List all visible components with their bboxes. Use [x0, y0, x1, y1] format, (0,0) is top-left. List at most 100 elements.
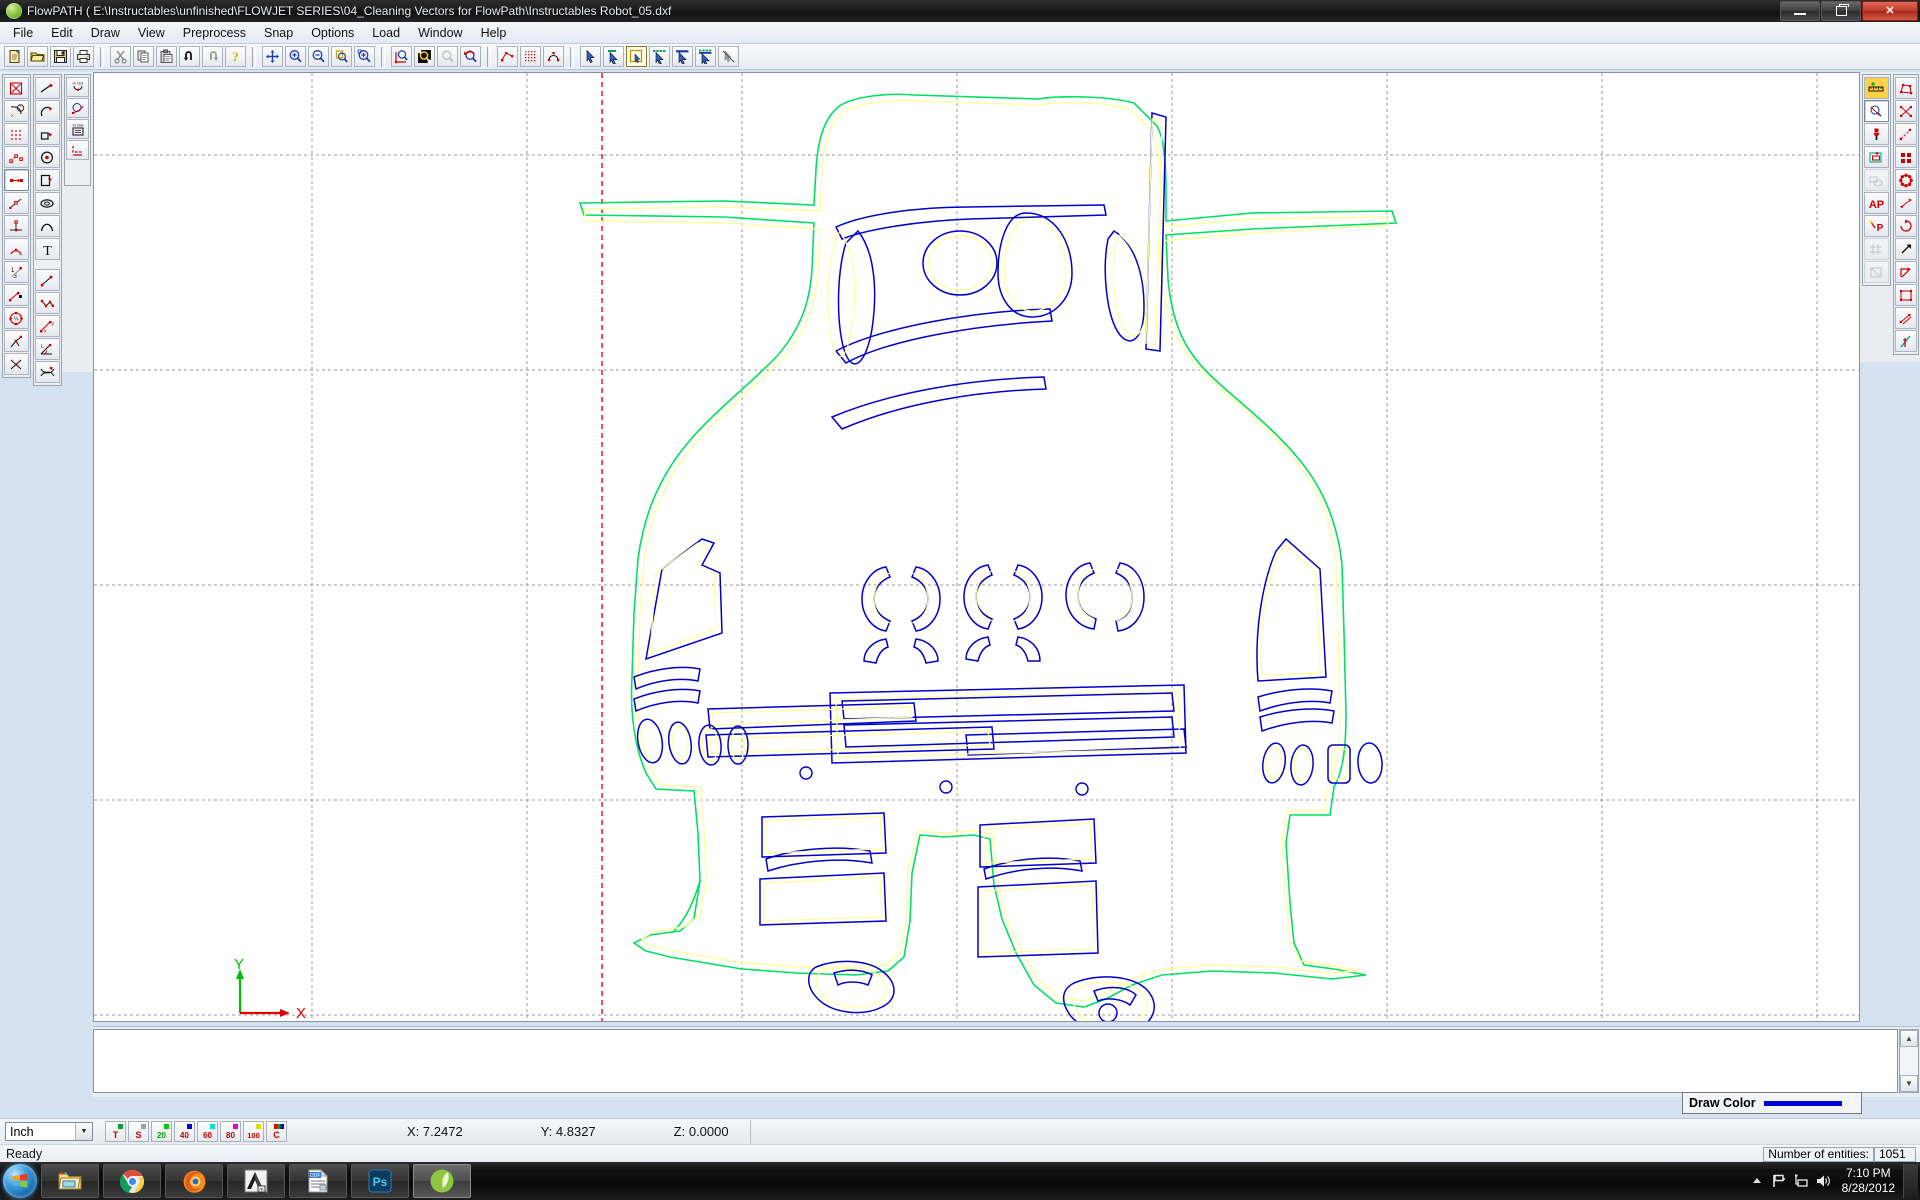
draw-polygon-icon[interactable] — [35, 169, 60, 191]
open-folder-icon[interactable] — [27, 46, 48, 67]
deselect-all-icon[interactable] — [718, 46, 739, 67]
menu-draw[interactable]: Draw — [82, 23, 129, 43]
intersect-icon[interactable] — [4, 353, 29, 375]
menu-snap[interactable]: Snap — [255, 23, 302, 43]
paint-brush-icon[interactable] — [1864, 123, 1889, 145]
draw-circle-icon[interactable] — [35, 146, 60, 168]
point-grid-icon[interactable] — [4, 123, 29, 145]
shape-fit-icon[interactable] — [1864, 169, 1889, 191]
menu-edit[interactable]: Edit — [42, 23, 82, 43]
parallel-lines-icon[interactable] — [1895, 307, 1917, 329]
grid-snap-icon[interactable] — [1864, 238, 1889, 260]
select-arrow-icon[interactable] — [580, 46, 601, 67]
layer-T-button[interactable]: T — [105, 1121, 126, 1142]
draw-color-panel[interactable]: Draw Color — [1682, 1092, 1862, 1114]
zoom-dynamic-icon[interactable] — [437, 46, 458, 67]
layer-20-button[interactable]: 20 — [151, 1121, 172, 1142]
select-box-icon[interactable] — [4, 77, 29, 99]
angled-line-icon[interactable] — [4, 192, 29, 214]
layer-40-button[interactable]: 40 — [174, 1121, 195, 1142]
layer-100-button[interactable]: 100 — [243, 1121, 264, 1142]
layer-S-button[interactable]: S — [128, 1121, 149, 1142]
menu-window[interactable]: Window — [409, 23, 471, 43]
draw-line-icon[interactable] — [35, 77, 60, 99]
branch-icon[interactable] — [4, 330, 29, 352]
ruler-measure-icon[interactable] — [1864, 77, 1889, 99]
layer-C-button[interactable]: C — [266, 1121, 287, 1142]
draw-arc-icon[interactable] — [35, 100, 60, 122]
print-icon[interactable] — [73, 46, 94, 67]
axis-tool-icon[interactable] — [1895, 330, 1917, 352]
show-grid-icon[interactable] — [520, 46, 541, 67]
minimize-button[interactable] — [1780, 1, 1820, 21]
volume-speaker-icon[interactable] — [1812, 1170, 1834, 1192]
new-document-icon[interactable] — [4, 46, 25, 67]
scroll-up-button[interactable]: ▲ — [1900, 1030, 1918, 1047]
save-floppy-icon[interactable] — [50, 46, 71, 67]
node-line-icon[interactable] — [1895, 123, 1917, 145]
select-window-icon[interactable] — [626, 46, 647, 67]
taskbar-firefox[interactable] — [165, 1164, 223, 1198]
zoom-point-icon[interactable] — [414, 46, 435, 67]
polygon-nodes-icon[interactable] — [1895, 77, 1917, 99]
menu-load[interactable]: Load — [363, 23, 409, 43]
menu-preprocess[interactable]: Preprocess — [174, 23, 255, 43]
menu-options[interactable]: Options — [302, 23, 363, 43]
lead-corner-icon[interactable] — [66, 140, 89, 160]
select-line-icon[interactable] — [672, 46, 693, 67]
taskbar-odf-document[interactable]: ODF — [289, 1164, 347, 1198]
draw-ellipse-icon[interactable] — [35, 192, 60, 214]
pierce-point-icon[interactable]: P — [1864, 215, 1889, 237]
layer-80-button[interactable]: 80 — [220, 1121, 241, 1142]
zoom-out-icon[interactable] — [308, 46, 329, 67]
windows-start-orb-icon[interactable] — [3, 1164, 37, 1198]
show-nodes-icon[interactable] — [497, 46, 518, 67]
close-button[interactable]: ✕ — [1862, 1, 1918, 21]
show-hidden-icons-chevron-icon[interactable] — [1746, 1170, 1768, 1192]
drawing-canvas[interactable]: Y X Z — [93, 72, 1860, 1022]
four-squares-icon[interactable] — [1895, 146, 1917, 168]
inspect-path-icon[interactable] — [1864, 100, 1889, 122]
taskbar-photoshop[interactable]: Ps — [351, 1164, 409, 1198]
circular-array-icon[interactable] — [1895, 169, 1917, 191]
ap-label-icon[interactable]: AP — [1864, 192, 1889, 214]
no-snap-icon[interactable] — [1864, 261, 1889, 283]
draw-rect-icon[interactable] — [35, 123, 60, 145]
menu-help[interactable]: Help — [472, 23, 516, 43]
scale-arrow-icon[interactable] — [1895, 238, 1917, 260]
copy-icon[interactable] — [133, 46, 154, 67]
command-output-box[interactable] — [93, 1029, 1898, 1093]
mirror-nodes-icon[interactable] — [1895, 192, 1917, 214]
chevron-down-icon[interactable]: ▼ — [75, 1123, 92, 1140]
select-group-icon[interactable] — [695, 46, 716, 67]
zoom-previous-icon[interactable] — [460, 46, 481, 67]
menu-file[interactable]: File — [4, 23, 42, 43]
redo-arrow-icon[interactable] — [202, 46, 223, 67]
zoom-in-icon[interactable] — [285, 46, 306, 67]
taskbar-chrome[interactable] — [103, 1164, 161, 1198]
circle-quarter-icon[interactable]: ¼ — [4, 307, 29, 329]
scroll-down-button[interactable]: ▼ — [1900, 1075, 1918, 1092]
layer-60-button[interactable]: 60 — [197, 1121, 218, 1142]
fit-rect-icon[interactable] — [1864, 146, 1889, 168]
help-question-icon[interactable]: ? — [225, 46, 246, 67]
scatter-nodes-icon[interactable] — [1895, 100, 1917, 122]
draw-color-swatch[interactable] — [1764, 1101, 1842, 1106]
clock[interactable]: 7:10 PM 8/28/2012 — [1842, 1166, 1895, 1196]
rotate-nodes-icon[interactable] — [1895, 215, 1917, 237]
lead-trace-icon[interactable] — [66, 98, 89, 118]
bounding-box-icon[interactable] — [1895, 284, 1917, 306]
line-arrow-icon[interactable] — [4, 169, 29, 191]
move-arrows-icon[interactable] — [1895, 261, 1917, 283]
measure-line-icon[interactable] — [35, 269, 60, 291]
taskbar-flowpath[interactable] — [413, 1164, 471, 1198]
measure-polyline-icon[interactable] — [35, 292, 60, 314]
measure-cross-icon[interactable] — [35, 361, 60, 383]
divide-icon[interactable]: 13 — [4, 261, 29, 283]
text-tool-icon[interactable]: T — [35, 238, 60, 260]
offset-line-icon[interactable] — [4, 284, 29, 306]
taskbar-autocad[interactable]: m — [227, 1164, 285, 1198]
rotate-axis-icon[interactable]: YX — [4, 100, 29, 122]
show-desktop-button[interactable] — [1903, 1164, 1918, 1198]
units-select[interactable]: Inch ▼ — [5, 1122, 93, 1141]
